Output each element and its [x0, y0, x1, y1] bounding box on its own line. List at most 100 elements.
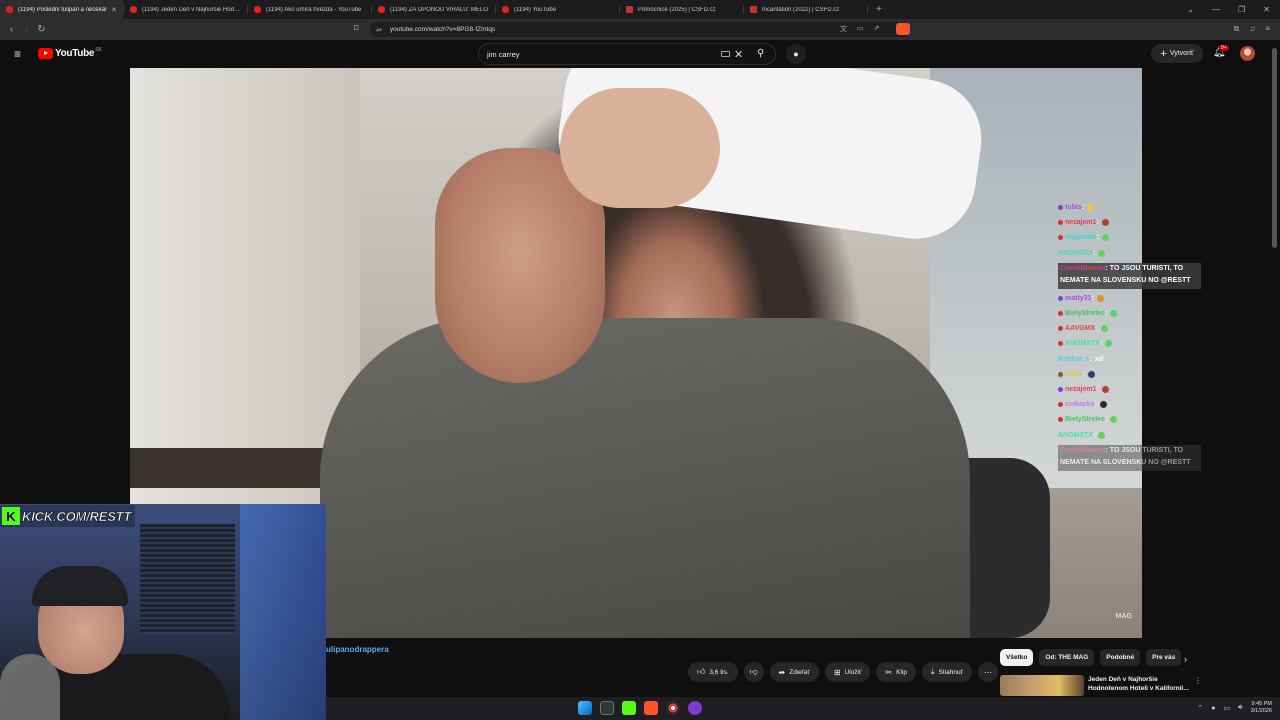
more-vertical-icon[interactable]: ⋮: [1194, 676, 1202, 685]
start-icon[interactable]: [578, 701, 592, 715]
browser-tab[interactable]: Incantation (2022) | ČSFD.cz: [744, 0, 867, 19]
url-text: youtube.com/watch?v=8PG8-fZmtqs: [389, 26, 496, 33]
keyboard-icon[interactable]: [721, 51, 730, 57]
reload-icon[interactable]: ↻: [34, 24, 49, 35]
filter-chip[interactable]: Pre vás: [1146, 649, 1182, 666]
browser-tab[interactable]: (1194) Jeden Deň v Najhoršie Hodnotenom: [124, 0, 247, 19]
brave-app-icon[interactable]: [644, 701, 658, 715]
csfd-favicon-icon: [750, 6, 757, 13]
chat-username[interactable]: CzechBlowan: [1060, 447, 1106, 454]
display-tray-icon[interactable]: ▭: [1224, 704, 1231, 712]
chat-badge-icon: [1058, 341, 1063, 347]
chat-username[interactable]: nezajem1: [1065, 386, 1097, 393]
tab-search-icon[interactable]: ⌄: [1187, 5, 1194, 14]
stream-chat-overlay: tubis: nezajem1: wayzinbo: ANOMXTX: CzechBlo…: [1058, 200, 1203, 473]
forward-icon[interactable]: ›: [19, 24, 34, 35]
chat-badge-icon: [1058, 326, 1063, 332]
screen: (1194) Posledni tulipán a nečekál ✕ (1194)…: [0, 0, 1280, 720]
media-icon[interactable]: ♫: [1249, 24, 1255, 34]
search-box[interactable]: jim carrey ✕ ⚲: [478, 43, 776, 65]
youtube-logo[interactable]: YouTube SK: [38, 47, 102, 59]
share-icon[interactable]: ⇗: [874, 24, 880, 34]
install-icon[interactable]: ▭: [857, 24, 864, 34]
chat-username[interactable]: CzechBlowan: [1060, 265, 1106, 272]
tray-chevron-icon[interactable]: ⌃: [1197, 704, 1203, 712]
chat-badge-icon: [1058, 295, 1063, 301]
search-icon[interactable]: ⚲: [757, 48, 764, 59]
guide-menu-icon[interactable]: ≡: [14, 47, 21, 61]
tab-close-icon[interactable]: ✕: [111, 6, 117, 14]
chat-message: ANOMXTX:: [1058, 336, 1203, 351]
xbox-icon[interactable]: [600, 701, 614, 715]
extensions-icon[interactable]: ⧉: [1234, 24, 1240, 34]
url-field[interactable]: ⇌ youtube.com/watch?v=8PG8-fZmtqs: [370, 22, 910, 37]
brave-shield-icon[interactable]: [896, 23, 910, 35]
download-button[interactable]: ⤓ Stiahnuť: [921, 662, 972, 682]
chat-message: AAVGMX:: [1058, 321, 1203, 336]
obs-icon[interactable]: [666, 701, 680, 715]
channel-watermark[interactable]: MAG: [1116, 613, 1132, 620]
volume-icon[interactable]: 🔊︎: [1238, 704, 1242, 712]
chat-username[interactable]: bikks: [1065, 371, 1083, 378]
voice-search-icon[interactable]: ●: [786, 44, 806, 64]
translate-icon[interactable]: 文: [840, 24, 847, 34]
chat-badge-icon: [1058, 417, 1063, 423]
filter-chip[interactable]: Podobné: [1100, 649, 1141, 666]
share-label: Zdieľať: [789, 668, 810, 676]
menu-icon[interactable]: ≡: [1265, 24, 1270, 34]
search-input[interactable]: jim carrey: [487, 50, 520, 59]
related-video-item[interactable]: Jeden Deň v Najhoršie Hodnotenom Hoteli …: [1000, 675, 1202, 697]
chat-username[interactable]: BielyStrelec: [1065, 416, 1105, 423]
app-icon[interactable]: [688, 701, 702, 715]
chat-username[interactable]: ANOMXTX: [1058, 250, 1093, 257]
clock[interactable]: 9:45 PM 3/1/2026: [1251, 701, 1272, 715]
tab-separator: [867, 5, 868, 14]
browser-tab[interactable]: (1194) Ako umírá hvězda - YouTube: [248, 0, 371, 19]
filter-chip[interactable]: Od: THE MAG: [1039, 649, 1095, 666]
page-scrollbar[interactable]: [1272, 42, 1277, 694]
kick-banner: K KICK.COM/RESTT: [0, 505, 136, 527]
related-video-title[interactable]: Jeden Deň v Najhoršie Hodnotenom Hoteli …: [1088, 675, 1193, 693]
browser-tab[interactable]: Pomocnice (2025) | ČSFD.cz: [620, 0, 743, 19]
share-button[interactable]: ➦ Zdieľať: [769, 662, 819, 682]
chat-username[interactable]: BielyStrelec: [1065, 310, 1105, 317]
scrollbar-thumb[interactable]: [1272, 48, 1277, 248]
chat-message: bikks:: [1058, 367, 1203, 382]
dislike-button[interactable]: 👎︎: [743, 662, 764, 682]
browser-tab[interactable]: (1194) YouTube: [496, 0, 619, 19]
chat-username[interactable]: cinkacka: [1065, 401, 1095, 408]
chat-username[interactable]: tubis: [1065, 204, 1082, 211]
chat-emote-icon: [1098, 249, 1106, 257]
close-window-button[interactable]: ✕: [1263, 5, 1270, 14]
chat-username[interactable]: wayzinbo: [1065, 234, 1097, 241]
like-button[interactable]: 👍︎ 3,6 tis.: [688, 662, 738, 682]
create-button[interactable]: + Vytvoriť: [1151, 44, 1203, 63]
channel-link[interactable]: ulipanodrappera: [326, 645, 389, 654]
clip-button[interactable]: ✂ Klip: [876, 662, 916, 682]
save-button[interactable]: ⊞ Uložiť: [824, 662, 871, 682]
maximize-button[interactable]: ❐: [1238, 5, 1245, 14]
chat-username[interactable]: AAVGMX: [1065, 325, 1095, 332]
bookmark-icon[interactable]: ⌑: [354, 23, 359, 34]
back-icon[interactable]: ‹: [4, 24, 19, 35]
filter-chip[interactable]: Všetko: [1000, 649, 1034, 666]
browser-tab[interactable]: (1194) ZA OPONOU VIRÁLŮ: MELO: [372, 0, 495, 19]
minimize-button[interactable]: —: [1212, 5, 1220, 14]
kick-app-icon[interactable]: [622, 701, 636, 715]
new-tab-button[interactable]: +: [876, 4, 882, 15]
related-video-thumbnail[interactable]: [1000, 675, 1084, 696]
os-taskbar: ⌃ ● ▭ 🔊︎ 9:45 PM 3/1/2026: [326, 697, 1280, 720]
clear-search-icon[interactable]: ✕: [734, 48, 743, 61]
avatar[interactable]: [1240, 46, 1255, 61]
chat-username[interactable]: ANOMXTX: [1058, 432, 1093, 439]
chevron-right-icon[interactable]: ›: [1184, 654, 1187, 664]
browser-tab[interactable]: (1194) Posledni tulipán a nečekál ✕: [0, 0, 123, 19]
chat-username[interactable]: Robbie_s: [1058, 356, 1090, 363]
chat-message: ANOMXTX:: [1058, 246, 1203, 261]
chat-username[interactable]: matty31: [1065, 295, 1091, 302]
more-actions-button[interactable]: ⋯: [978, 662, 998, 682]
chat-username[interactable]: ANOMXTX: [1065, 340, 1100, 347]
site-info-icon[interactable]: ⇌: [376, 26, 382, 34]
mic-tray-icon[interactable]: ●: [1211, 705, 1215, 712]
chat-username[interactable]: nezajem1: [1065, 219, 1097, 226]
